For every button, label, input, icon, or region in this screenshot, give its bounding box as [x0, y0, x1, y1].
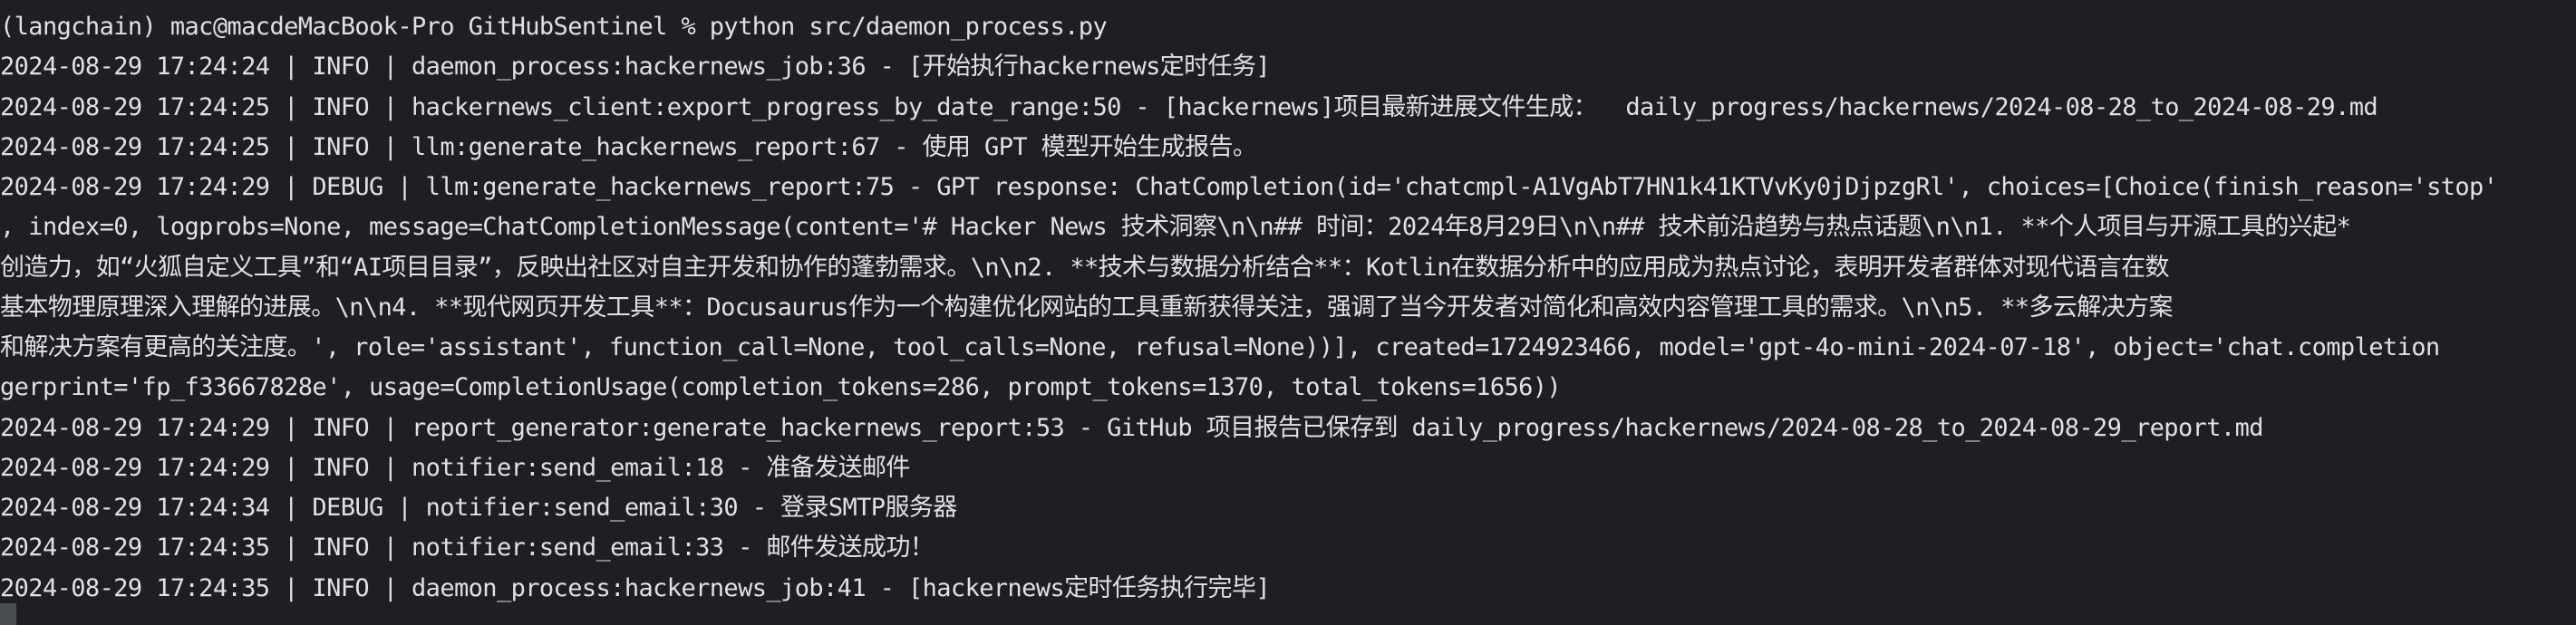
terminal-log-line: 2024-08-29 17:24:24 | INFO | daemon_proc… — [0, 53, 1271, 81]
terminal-window[interactable]: (langchain) mac@macdeMacBook-Pro GitHubS… — [0, 0, 2576, 625]
terminal-log-line: 2024-08-29 17:24:34 | DEBUG | notifier:s… — [0, 494, 957, 522]
terminal-cursor — [0, 603, 16, 625]
terminal-log-line: 2024-08-29 17:24:25 | INFO | llm:generat… — [0, 133, 1257, 161]
terminal-log-line: 2024-08-29 17:24:29 | DEBUG | llm:genera… — [0, 173, 2498, 201]
terminal-log-line: 2024-08-29 17:24:35 | INFO | daemon_proc… — [0, 574, 1271, 602]
terminal-log-line: 2024-08-29 17:24:25 | INFO | hackernews_… — [0, 93, 2378, 121]
terminal-log-line: 创造力，如“火狐自定义工具”和“AI项目目录”，反映出社区对自主开发和协作的蓬勃… — [0, 254, 2169, 282]
terminal-log-line: 和解决方案有更高的关注度。', role='assistant', functi… — [0, 333, 2440, 361]
terminal-command-line: (langchain) mac@macdeMacBook-Pro GitHubS… — [0, 13, 1108, 41]
terminal-log-line: 2024-08-29 17:24:29 | INFO | report_gene… — [0, 414, 2263, 442]
terminal-log-line: gerprint='fp_f33667828e', usage=Completi… — [0, 373, 1562, 401]
terminal-log-line: 2024-08-29 17:24:35 | INFO | notifier:se… — [0, 534, 935, 562]
terminal-log-line: 基本物理原理深入理解的进展。\n\n4. **现代网页开发工具**：Docusa… — [0, 293, 2173, 322]
terminal-log-line: 2024-08-29 17:24:29 | INFO | notifier:se… — [0, 454, 910, 482]
terminal-log-line: , index=0, logprobs=None, message=ChatCo… — [0, 213, 2351, 241]
